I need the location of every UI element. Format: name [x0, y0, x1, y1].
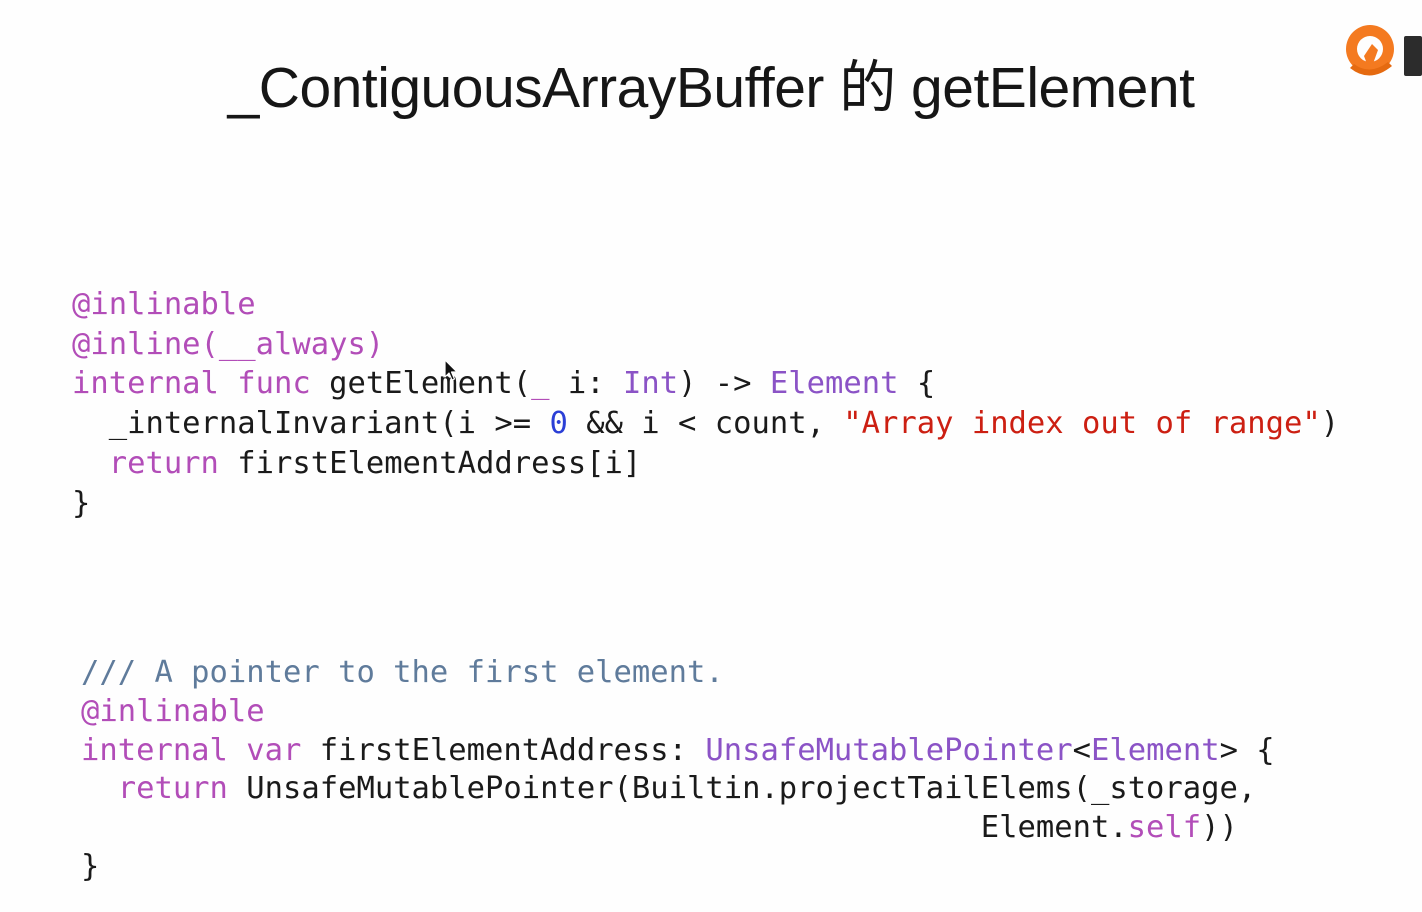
- generic-open: <: [1072, 732, 1092, 768]
- code-block-get-element: @inlinable @inline(__always) internal fu…: [72, 285, 1339, 523]
- mouse-pointer-icon: [444, 359, 460, 383]
- keyword-self: self: [1127, 810, 1202, 846]
- type-unsafe-mutable-pointer: UnsafeMutablePointer: [705, 732, 1073, 768]
- attribute-inline-always: @inline(__always): [72, 326, 385, 362]
- attribute-inlinable: @inlinable: [72, 287, 256, 322]
- close-brace: }: [81, 848, 100, 884]
- pointer-init-call: UnsafeMutablePointer(Builtin.projectTail…: [246, 771, 1257, 807]
- open-brace: {: [916, 366, 936, 402]
- keyword-return: return: [108, 445, 219, 481]
- close-brace: }: [72, 485, 91, 521]
- keyword-internal: internal: [72, 366, 219, 402]
- doc-comment: /// A pointer to the first element.: [81, 655, 724, 690]
- param-label-underscore: _: [531, 366, 550, 402]
- invariant-condition: && i < count,: [586, 406, 825, 442]
- function-name: getElement(: [329, 366, 532, 402]
- type-element: Element: [769, 366, 899, 402]
- number-literal: 0: [549, 406, 568, 442]
- param-name: i:: [567, 366, 605, 402]
- attribute-inlinable: @inlinable: [81, 693, 265, 729]
- keyword-var: var: [246, 732, 302, 768]
- code-block-first-element-address: /// A pointer to the first element. @inl…: [81, 654, 1275, 887]
- slide-title: _ContiguousArrayBuffer 的 getElement: [227, 56, 1195, 120]
- type-int: Int: [622, 366, 679, 402]
- keyword-func: func: [237, 366, 311, 402]
- close-paren: ): [1320, 406, 1340, 442]
- return-expression: firstElementAddress[i]: [237, 445, 642, 481]
- type-element: Element: [1091, 732, 1220, 768]
- keyword-return: return: [117, 771, 228, 807]
- string-literal: "Array index out of range": [843, 406, 1321, 442]
- close-parens: )): [1201, 810, 1238, 846]
- brand-logo-icon: [1338, 18, 1422, 90]
- return-arrow: ) ->: [678, 366, 752, 402]
- element-type-ref: Element.: [980, 810, 1128, 846]
- keyword-internal: internal: [81, 732, 228, 768]
- property-name: firstElementAddress:: [319, 732, 688, 768]
- invariant-call: _internalInvariant(i >=: [108, 406, 532, 442]
- generic-close-brace: > {: [1219, 732, 1275, 768]
